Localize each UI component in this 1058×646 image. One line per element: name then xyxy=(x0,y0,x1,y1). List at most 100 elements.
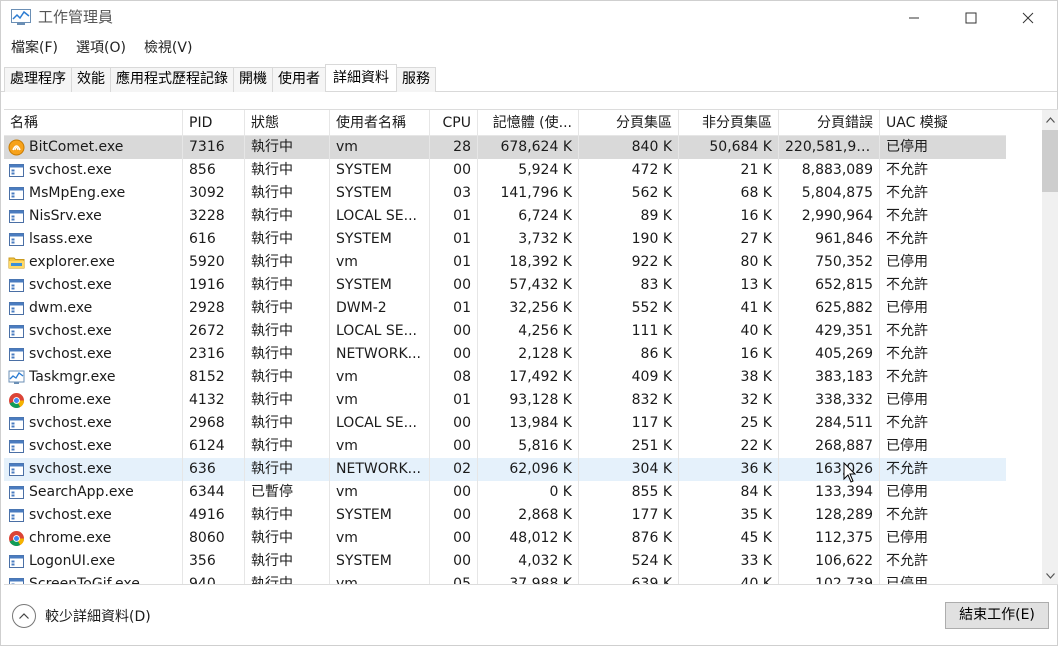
cell-pid: 2672 xyxy=(183,320,245,343)
cell-mem: 2,868 K xyxy=(478,504,579,527)
cell-faults: 338,332 xyxy=(779,389,880,412)
cell-name: ScreenToGif.exe xyxy=(4,573,183,584)
cell-pid: 5920 xyxy=(183,251,245,274)
cell-status: 執行中 xyxy=(245,573,330,584)
minimize-button[interactable] xyxy=(885,1,943,35)
cell-pid: 856 xyxy=(183,159,245,182)
process-name: LogonUI.exe xyxy=(29,553,116,569)
tab-6[interactable]: 服務 xyxy=(396,67,436,92)
cell-pid: 636 xyxy=(183,458,245,481)
table-row[interactable]: MsMpEng.exe 3092 執行中 SYSTEM 03 141,796 K 562 K… xyxy=(4,182,1006,205)
column-header-nonpaged[interactable]: 非分頁集區 xyxy=(679,110,779,136)
table-row[interactable]: chrome.exe 8060 執行中 vm 00 48,012 K 876 K 45 K 11… xyxy=(4,527,1006,550)
cell-uac: 已停用 xyxy=(886,300,928,316)
cell-user: vm xyxy=(330,573,430,584)
process-name: chrome.exe xyxy=(29,392,112,408)
table-row[interactable]: explorer.exe 5920 執行中 vm 01 18,392 K 922 K 80 K… xyxy=(4,251,1006,274)
cell-name: NisSrv.exe xyxy=(4,205,183,228)
scroll-down-button[interactable] xyxy=(1042,567,1058,584)
cell-pid: 3092 xyxy=(183,182,245,205)
cell-name: svchost.exe xyxy=(4,320,183,343)
cell-cpu: 00 xyxy=(430,550,478,573)
cell-status: 執行中 xyxy=(245,504,330,527)
cell-paged: 922 K xyxy=(579,251,679,274)
cell-status: 執行中 xyxy=(245,550,330,573)
column-header-paged[interactable]: 分頁集區 xyxy=(579,110,679,136)
footer: 較少詳細資料(D) 結束工作(E) xyxy=(1,587,1057,645)
fewer-details-toggle[interactable]: 較少詳細資料(D) xyxy=(12,604,151,628)
title-bar[interactable]: 工作管理員 xyxy=(1,1,1057,35)
table-row[interactable]: LogonUI.exe 356 執行中 SYSTEM 00 4,032 K 524 K 33 … xyxy=(4,550,1006,573)
cell-user: SYSTEM xyxy=(330,274,430,297)
cell-user: SYSTEM xyxy=(330,504,430,527)
cell-mem: 2,128 K xyxy=(478,343,579,366)
column-header-cpu[interactable]: CPU xyxy=(430,110,478,136)
tab-5[interactable]: 詳細資料 xyxy=(325,64,397,90)
cell-mem: 4,256 K xyxy=(478,320,579,343)
scroll-up-button[interactable] xyxy=(1042,111,1058,129)
tab-2[interactable]: 應用程式歷程記錄 xyxy=(110,67,234,92)
table-row[interactable]: dwm.exe 2928 執行中 DWM-2 01 32,256 K 552 K 41 K 62… xyxy=(4,297,1006,320)
table-row[interactable]: chrome.exe 4132 執行中 vm 01 93,128 K 832 K 32 K 33… xyxy=(4,389,1006,412)
cell-nonpaged: 16 K xyxy=(679,343,779,366)
cell-faults: 625,882 xyxy=(779,297,880,320)
cell-paged: 111 K xyxy=(579,320,679,343)
cell-pid: 6124 xyxy=(183,435,245,458)
cell-pid: 8152 xyxy=(183,366,245,389)
cell-name: svchost.exe xyxy=(4,274,183,297)
menu-file[interactable]: 檔案(F) xyxy=(1,37,66,59)
cell-mem: 13,984 K xyxy=(478,412,579,435)
cell-uac: 不允許 xyxy=(886,415,928,431)
cell-mem: 37,988 K xyxy=(478,573,579,584)
process-name: SearchApp.exe xyxy=(29,484,134,500)
vertical-scrollbar[interactable] xyxy=(1006,110,1058,584)
minimize-icon xyxy=(909,17,919,19)
cell-cpu: 08 xyxy=(430,366,478,389)
tab-1[interactable]: 效能 xyxy=(71,67,111,92)
cell-nonpaged: 25 K xyxy=(679,412,779,435)
column-header-uac[interactable]: UAC 模擬 xyxy=(880,110,1006,136)
column-header-user[interactable]: 使用者名稱 xyxy=(330,110,430,136)
task-manager-window: 工作管理員 檔案(F) 選項(O) 檢視(V) 處理程序 效能 應用程式歷程記錄 開機… xyxy=(0,0,1058,646)
table-row[interactable]: svchost.exe 4916 執行中 SYSTEM 00 2,868 K 177 K 35… xyxy=(4,504,1006,527)
tab-4[interactable]: 使用者 xyxy=(272,67,326,92)
table-row[interactable]: lsass.exe 616 執行中 SYSTEM 01 3,732 K 190 K 27 K9… xyxy=(4,228,1006,251)
menu-options[interactable]: 選項(O) xyxy=(66,37,134,59)
column-header-pid[interactable]: PID xyxy=(183,110,245,136)
process-name: NisSrv.exe xyxy=(29,208,102,224)
table-row[interactable]: svchost.exe 6124 執行中 vm 00 5,816 K 251 K 22 K 26… xyxy=(4,435,1006,458)
table-row[interactable]: SearchApp.exe 6344 已暫停 vm 00 0 K 855 K 84 K 133,… xyxy=(4,481,1006,504)
cell-nonpaged: 22 K xyxy=(679,435,779,458)
column-header-status[interactable]: 狀態 xyxy=(245,110,330,136)
column-header-name[interactable]: 名稱 xyxy=(4,110,183,136)
scrollbar-thumb[interactable] xyxy=(1042,130,1058,192)
cell-nonpaged: 13 K xyxy=(679,274,779,297)
table-row[interactable]: svchost.exe 2968 執行中 LOCAL SE... 00 13,984 K1… xyxy=(4,412,1006,435)
tab-0[interactable]: 處理程序 xyxy=(4,67,72,92)
table-row[interactable]: NisSrv.exe 3228 執行中 LOCAL SE... 01 6,724 K 89 … xyxy=(4,205,1006,228)
end-task-button[interactable]: 結束工作(E) xyxy=(945,602,1049,629)
chevron-up-icon xyxy=(1046,117,1055,123)
column-header-mem[interactable]: 記憶體 (使... xyxy=(478,110,579,136)
cell-mem: 93,128 K xyxy=(478,389,579,412)
cell-name: svchost.exe xyxy=(4,435,183,458)
table-row[interactable]: svchost.exe 2316 執行中 NETWORK... 00 2,128 K 86 … xyxy=(4,343,1006,366)
cell-paged: 89 K xyxy=(579,205,679,228)
menu-view[interactable]: 檢視(V) xyxy=(134,37,201,59)
folder-icon xyxy=(8,257,25,269)
table-row[interactable]: ScreenToGif.exe 940 執行中 vm 05 37,988 K 639 K 40… xyxy=(4,573,1006,584)
table-row[interactable]: Taskmgr.exe 8152 執行中 vm 08 17,492 K 409 K 38 K3… xyxy=(4,366,1006,389)
cell-uac: 不允許 xyxy=(886,323,928,339)
cell-user: LOCAL SE... xyxy=(330,320,430,343)
cell-faults: 220,581,993 xyxy=(779,136,880,159)
cell-cpu: 28 xyxy=(430,136,478,159)
maximize-button[interactable] xyxy=(942,1,1000,35)
table-row[interactable]: svchost.exe 1916 執行中 SYSTEM 00 57,432 K 83 K 13… xyxy=(4,274,1006,297)
table-row[interactable]: svchost.exe 2672 執行中 LOCAL SE... 00 4,256 K 11… xyxy=(4,320,1006,343)
close-button[interactable] xyxy=(999,1,1057,35)
table-row[interactable]: svchost.exe 856 執行中 SYSTEM 00 5,924 K 472 K 21 … xyxy=(4,159,1006,182)
service-host-icon xyxy=(9,302,24,315)
table-row[interactable]: BitComet.exe 7316 執行中 vm 28 678,624 K 840 K 50,… xyxy=(4,136,1006,159)
column-header-faults[interactable]: 分頁錯誤 xyxy=(779,110,880,136)
tab-3[interactable]: 開機 xyxy=(233,67,273,92)
